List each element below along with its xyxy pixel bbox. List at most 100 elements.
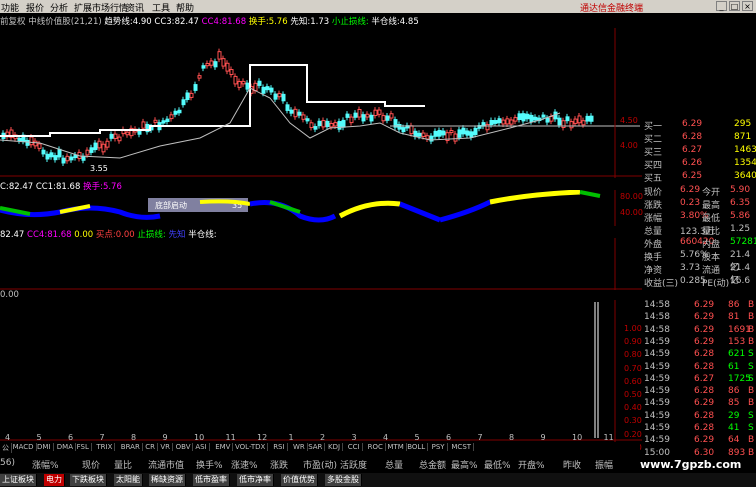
indicator-tab[interactable]: TRIX <box>94 443 116 451</box>
column-header[interactable]: 总金额 <box>419 458 446 471</box>
tick-volume: 85 <box>728 398 740 409</box>
column-header[interactable]: 昨收 <box>563 458 581 471</box>
indicator-tab[interactable]: ASI <box>193 443 210 451</box>
trend-label: 趋势线: <box>104 17 133 27</box>
indicator-tab[interactable]: SAR <box>306 443 326 451</box>
sector-tab[interactable]: 上证板块 <box>0 474 37 486</box>
menu-quote[interactable]: 报价 <box>26 1 44 14</box>
column-header[interactable]: 涨幅% <box>32 458 59 471</box>
menu-tools[interactable]: 工具 <box>152 1 170 14</box>
tick-price: 6.28 <box>694 361 715 372</box>
indicator-tab[interactable]: ROC <box>366 443 386 451</box>
column-header[interactable]: 振幅 <box>595 458 613 471</box>
bid-volume: 871 <box>734 132 752 142</box>
tick-volume: 41 <box>728 423 740 433</box>
price-axis-400: 4.00 <box>620 141 638 150</box>
menu-help[interactable]: 帮助 <box>176 1 194 14</box>
date-axis-tick: 2 <box>320 433 326 442</box>
indicator-tab[interactable]: CR <box>143 443 158 451</box>
candle-body <box>581 120 586 126</box>
minimize-icon[interactable]: _ <box>716 1 727 11</box>
sector-tab[interactable]: 低市盈率 <box>193 474 230 486</box>
candle-body <box>317 120 322 127</box>
halfpos-value: 4.85 <box>399 17 419 27</box>
column-header[interactable]: 涨跌 <box>270 458 288 471</box>
column-header[interactable]: 开盘% <box>518 458 545 471</box>
column-header[interactable]: 最低% <box>484 458 511 471</box>
candle-body <box>105 140 110 148</box>
column-header[interactable]: 市盈(动) <box>303 458 337 471</box>
sector-tab[interactable]: 多股金股 <box>325 474 362 486</box>
sector-tab[interactable]: 价值优势 <box>281 474 318 486</box>
candle-body <box>465 130 470 136</box>
indicator-tab[interactable]: RSI <box>271 443 288 451</box>
sector-tab[interactable]: 低市净率 <box>237 474 274 486</box>
indicator-tab[interactable]: MCST <box>449 443 475 451</box>
tick-volume: 29 <box>728 410 740 421</box>
column-header[interactable]: 流通市值 <box>148 458 184 471</box>
column-header[interactable]: 56) <box>0 458 15 470</box>
indicator-tab[interactable]: MACD <box>11 443 37 451</box>
candle-body <box>349 116 354 124</box>
candle-body <box>29 136 34 146</box>
close-icon[interactable]: × <box>742 1 753 11</box>
indicator-tab[interactable]: VR <box>158 443 174 451</box>
candle-body <box>233 75 238 85</box>
watermark: www.7gpzb.com <box>640 458 742 471</box>
tick-side: S <box>748 349 754 360</box>
stoploss-label: 小止损线: <box>331 17 369 27</box>
tick-time: 14:59 <box>644 410 670 421</box>
sector-tab[interactable]: 稀缺资源 <box>149 474 186 486</box>
indicator-tab[interactable]: EMV <box>213 443 234 451</box>
menu-analysis[interactable]: 分析 <box>50 1 68 14</box>
column-header[interactable]: 最高% <box>451 458 478 471</box>
column-header[interactable]: 涨速% <box>231 458 258 471</box>
candle-body <box>473 127 478 136</box>
tick-side: B <box>748 435 755 446</box>
candle-body <box>137 130 142 135</box>
bid-level-label: 买四 <box>644 161 663 171</box>
sector-tab[interactable]: 太阳能 <box>114 474 143 486</box>
indicator-tab[interactable]: VOL-TDX <box>233 443 269 451</box>
column-header[interactable]: 现价 <box>82 458 100 471</box>
indicator-tab[interactable]: OBV <box>174 443 194 451</box>
low-price-label: 3.55 <box>90 164 108 173</box>
tick-row: 14:59 6.29 153 B <box>642 337 756 349</box>
indicator-tab[interactable]: CCI <box>346 443 363 451</box>
column-header[interactable]: 换手% <box>196 458 223 471</box>
indicator-tab[interactable]: PSY <box>430 443 448 451</box>
stat-label: 现价 <box>644 188 663 198</box>
menu-function[interactable]: 功能 <box>1 1 19 14</box>
sector-tab[interactable]: 下跌板块 <box>70 474 107 486</box>
candle-body <box>449 130 454 134</box>
stat-label: 股本 <box>702 253 721 263</box>
indicator-tab[interactable]: DMA <box>55 443 77 451</box>
indicator-tab[interactable]: KDJ <box>326 443 344 451</box>
indicator-tab[interactable]: DMI <box>35 443 54 451</box>
stat-value: 5.90 <box>730 185 751 195</box>
menu-extended-market[interactable]: 扩展市场行情 <box>74 1 128 14</box>
column-header[interactable]: 总量 <box>385 458 403 471</box>
column-header[interactable]: 活跃度 <box>340 458 367 471</box>
candle-body <box>25 139 30 146</box>
mid-axis-80: 80.00 <box>620 192 643 201</box>
maximize-icon[interactable]: □ <box>729 1 740 11</box>
candle-body <box>505 118 510 125</box>
menu-news[interactable]: 资讯 <box>126 1 144 14</box>
candle-body <box>257 80 262 86</box>
indicator-tab[interactable]: BOLL <box>405 443 429 451</box>
sector-tab[interactable]: 电力 <box>44 474 65 486</box>
indicator-tab[interactable]: MTM <box>385 443 407 451</box>
indicator-tab[interactable]: BRAR <box>119 443 143 451</box>
candle-body <box>289 109 294 114</box>
indicator-tab[interactable]: FSL <box>75 443 92 451</box>
indicator-header: 前复权 中线价值股(21,21) 趋势线:4.90 CC3:82.47 CC4:… <box>0 15 419 27</box>
candle-body <box>201 65 206 69</box>
kline-bars <box>1 48 594 166</box>
quote-row: 总量 123.3万 量比 1.25 <box>642 224 756 237</box>
column-header[interactable]: 量比 <box>114 458 132 471</box>
momentum-chart: 底部启动 35 <box>0 190 616 226</box>
bid-volume: 295 <box>734 119 752 129</box>
bid-volume: 1354 <box>734 158 756 168</box>
adjust-mode[interactable]: 前复权 <box>0 17 26 27</box>
